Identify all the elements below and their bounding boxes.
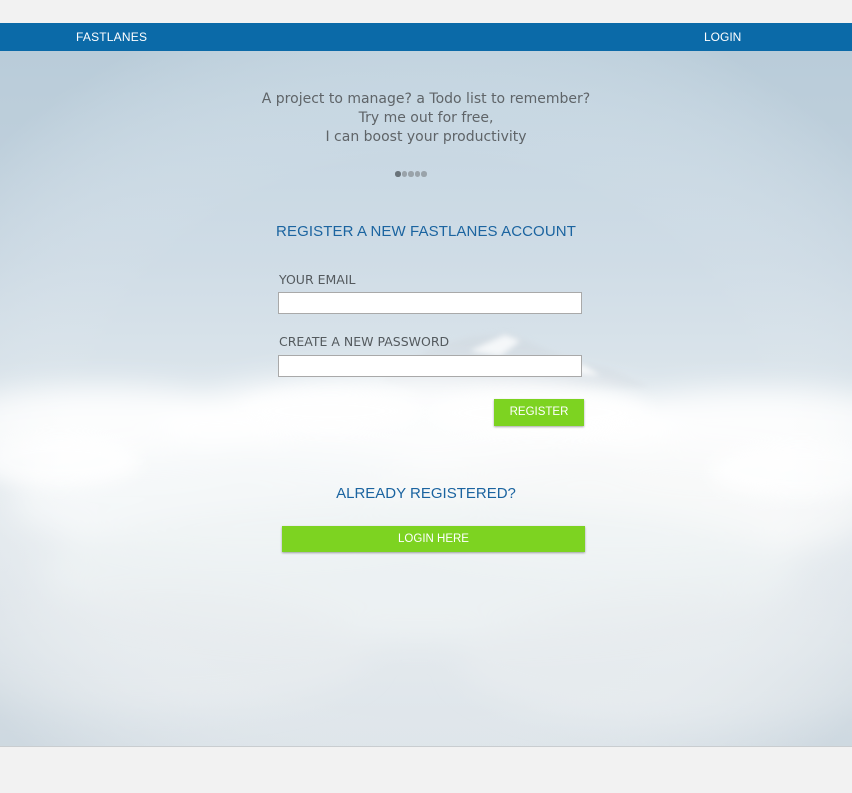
- carousel-indicators: [395, 171, 427, 179]
- hero-tagline: A project to manage? a Todo list to reme…: [0, 90, 852, 147]
- cloud-background: [0, 51, 852, 746]
- email-field[interactable]: [278, 292, 582, 314]
- password-label: CREATE A NEW PASSWORD: [279, 334, 450, 349]
- carousel-dot[interactable]: [395, 171, 401, 177]
- page: FASTLANES LOGIN A project to manage? a T…: [0, 0, 852, 793]
- login-here-button[interactable]: LOGIN HERE: [282, 526, 585, 552]
- nav-login-link[interactable]: LOGIN: [704, 23, 741, 51]
- tagline-line-2: Try me out for free,: [358, 110, 494, 126]
- top-navbar: FASTLANES LOGIN: [0, 23, 852, 51]
- carousel-dot[interactable]: [421, 171, 427, 177]
- hero-section: A project to manage? a Todo list to reme…: [0, 51, 852, 747]
- carousel-dot[interactable]: [414, 171, 420, 177]
- tagline-line-3: I can boost your productivity: [325, 129, 527, 145]
- password-field[interactable]: [278, 355, 582, 377]
- register-button[interactable]: REGISTER: [494, 399, 584, 426]
- tagline-line-1: A project to manage? a Todo list to reme…: [261, 91, 591, 107]
- carousel-dot[interactable]: [408, 171, 414, 177]
- carousel-dot[interactable]: [401, 171, 407, 177]
- brand-link[interactable]: FASTLANES: [76, 23, 147, 51]
- register-heading: REGISTER A NEW FASTLANES ACCOUNT: [276, 223, 576, 240]
- already-registered-heading: ALREADY REGISTERED?: [336, 485, 516, 502]
- email-label: YOUR EMAIL: [279, 272, 356, 287]
